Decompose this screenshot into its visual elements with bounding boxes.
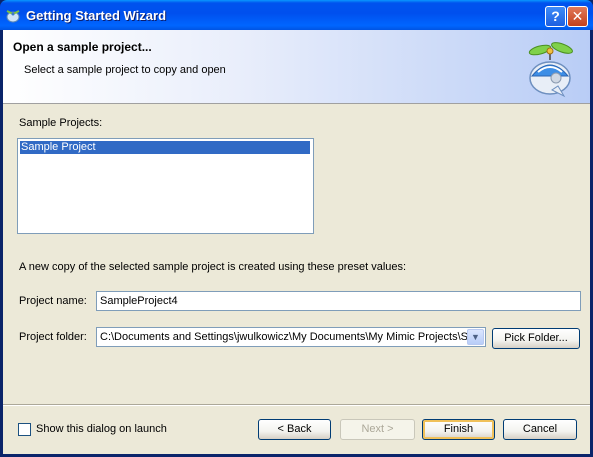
window-title: Getting Started Wizard	[26, 8, 167, 23]
cancel-button[interactable]: Cancel	[503, 419, 577, 440]
footer-divider	[3, 404, 590, 406]
show-on-launch-label[interactable]: Show this dialog on launch	[36, 423, 167, 435]
finish-button[interactable]: Finish	[422, 419, 495, 440]
dialog-body: Open a sample project... Select a sample…	[3, 30, 590, 454]
title-bar[interactable]: Getting Started Wizard ? ✕	[0, 0, 593, 30]
project-folder-label: Project folder:	[19, 331, 87, 343]
next-button[interactable]: Next >	[340, 419, 415, 440]
wizard-header: Open a sample project... Select a sample…	[3, 30, 590, 104]
chevron-down-icon[interactable]: ▼	[467, 329, 484, 345]
propeller-cap-icon	[528, 42, 573, 98]
wizard-window: Getting Started Wizard ? ✕ Open a sample…	[0, 0, 593, 457]
info-text: A new copy of the selected sample projec…	[19, 261, 407, 273]
show-on-launch-checkbox[interactable]	[18, 423, 31, 436]
page-subtitle: Select a sample project to copy and open	[24, 64, 226, 76]
sample-projects-list[interactable]: Sample Project	[17, 138, 314, 234]
page-title: Open a sample project...	[13, 40, 152, 54]
list-item[interactable]: Sample Project	[20, 141, 310, 154]
help-button[interactable]: ?	[545, 6, 566, 27]
project-name-field[interactable]: SampleProject4	[96, 291, 581, 311]
sample-projects-label: Sample Projects:	[19, 117, 103, 129]
project-name-label: Project name:	[19, 295, 87, 307]
back-button[interactable]: < Back	[258, 419, 331, 440]
app-icon	[6, 10, 20, 23]
close-button[interactable]: ✕	[567, 6, 588, 27]
pick-folder-button[interactable]: Pick Folder...	[492, 328, 580, 349]
project-folder-value: C:\Documents and Settings\jwulkowicz\My …	[100, 331, 478, 343]
project-folder-combo[interactable]: C:\Documents and Settings\jwulkowicz\My …	[96, 327, 486, 347]
